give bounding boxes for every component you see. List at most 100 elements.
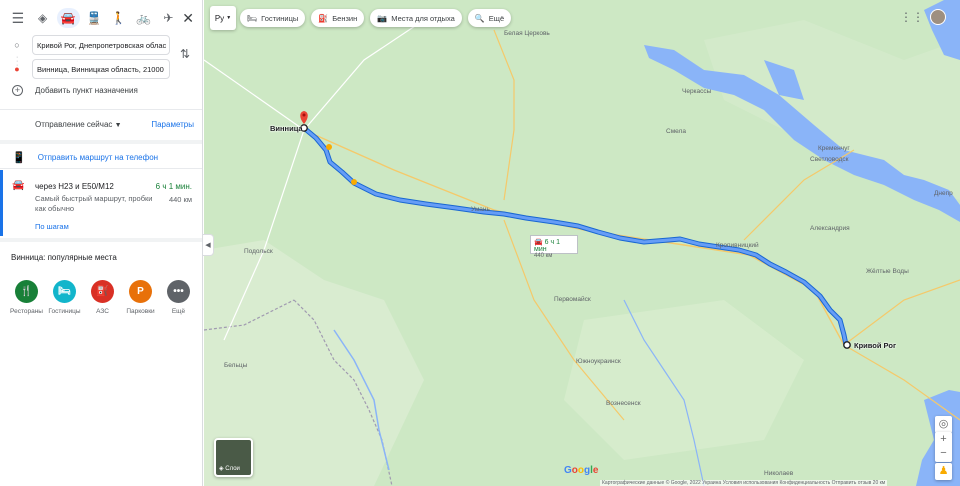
map-place-label[interactable]: Белая Церковь: [504, 30, 550, 37]
chip-label: Места для отдыха: [391, 13, 455, 23]
chip-more[interactable]: 🔍 Ещё: [467, 9, 512, 27]
map-place-label[interactable]: Александрия: [810, 225, 850, 232]
target-icon: ◎: [938, 418, 949, 430]
route-distance-label: 440 км: [534, 253, 553, 259]
start-city-label: Кривой Рог: [854, 341, 897, 350]
language-label: Ру: [214, 13, 225, 23]
zoom-controls: + −: [935, 432, 952, 462]
chip-label: Гостиницы: [261, 13, 299, 23]
chip-gas[interactable]: ⛽ Бензин: [311, 9, 365, 27]
category-utensils[interactable]: 🍴 Рестораны: [8, 280, 45, 315]
map-place-label[interactable]: Кременчуг: [818, 145, 850, 152]
route-time-box[interactable]: 🚘 6 ч 1 мин 440 км: [530, 235, 578, 259]
best-mode-icon[interactable]: ◈: [32, 8, 54, 28]
car-icon: 🚘: [12, 180, 25, 191]
search-icon: 🔍: [474, 13, 485, 23]
map-place-label[interactable]: Черкассы: [682, 88, 711, 95]
map-place-label[interactable]: Южноукраинск: [576, 358, 621, 365]
route-via: через Н23 и E50/M12: [35, 182, 114, 191]
bed-icon: 🛏: [247, 13, 258, 23]
plane-icon[interactable]: ✈: [158, 8, 180, 28]
map-chips: Ру ▼ 🛏 Гостиницы ⛽ Бензин 📷 Места для отдыха…: [204, 6, 517, 30]
layers-icon: ◈: [219, 466, 224, 472]
utensils-icon: 🍴: [15, 280, 38, 303]
map-place-label[interactable]: Подольск: [244, 248, 273, 255]
map-place-label[interactable]: Кропивницкий: [716, 242, 759, 249]
parking-icon: P: [129, 280, 152, 303]
my-location-button[interactable]: ◎: [935, 416, 952, 433]
street-view-button[interactable]: ♟: [935, 463, 952, 480]
send-to-phone-label: Отправить маршрут на телефон: [37, 153, 159, 162]
pegman-icon: ♟: [938, 465, 949, 477]
bed-icon: 🛏: [53, 280, 76, 303]
route-distance: 440 км: [168, 195, 192, 204]
close-icon[interactable]: ✕: [182, 10, 194, 27]
map-place-label[interactable]: Вознесенск: [606, 400, 641, 407]
departure-label: Отправление сейчас: [35, 120, 113, 129]
category-gas[interactable]: ⛽ АЗС: [84, 280, 121, 315]
category-bed[interactable]: 🛏 Гостиницы: [46, 280, 83, 315]
map-place-label[interactable]: Светловодск: [810, 156, 849, 163]
transit-icon[interactable]: 🚆: [83, 8, 105, 28]
map-place-label[interactable]: Умань: [471, 206, 490, 213]
category-label: Гостиницы: [48, 308, 81, 315]
zoom-out-button[interactable]: −: [935, 446, 952, 460]
destination-pin-icon: ●: [14, 64, 20, 74]
chip-label: Бензин: [332, 13, 358, 23]
map-canvas[interactable]: Белая Церковь Черкассы Смела Кременчуг Светл…: [204, 0, 960, 486]
bike-icon[interactable]: 🚲: [133, 8, 155, 28]
map-footer: Картографические данные © Google, 2022 У…: [600, 480, 888, 486]
map-place-label[interactable]: Николаев: [764, 470, 793, 477]
popular-places-title: Винница: популярные места: [11, 253, 117, 262]
route-time: 6 ч 1 мин.: [155, 182, 192, 191]
chevron-left-icon: ◀: [205, 242, 211, 249]
map-drawing: [204, 0, 960, 486]
apps-grid-icon[interactable]: ⋮⋮: [900, 10, 924, 24]
category-label: АЗС: [96, 308, 109, 315]
gas-icon: ⛽: [91, 280, 114, 303]
car-icon[interactable]: 🚘: [56, 8, 81, 28]
more-icon: •••: [167, 280, 190, 303]
map-place-label[interactable]: Бельцы: [224, 362, 247, 369]
origin-dot-icon: ○: [14, 40, 20, 50]
chip-attractions[interactable]: 📷 Места для отдыха: [370, 9, 462, 27]
category-more[interactable]: ••• Ещё: [160, 280, 197, 315]
walk-icon[interactable]: 🚶: [108, 8, 130, 28]
route-time-label: 🚘 6 ч 1 мин: [534, 238, 574, 253]
layers-label: Слои: [225, 466, 240, 472]
origin-input[interactable]: Кривой Рог, Днепропетровская облас: [32, 35, 170, 55]
chip-hotels[interactable]: 🛏 Гостиницы: [240, 9, 306, 27]
end-city-label: Винница: [270, 124, 303, 133]
send-to-phone-button[interactable]: 📱 Отправить маршрут на телефон: [12, 151, 158, 164]
menu-icon[interactable]: ☰: [8, 8, 28, 28]
add-destination-button[interactable]: + Добавить пункт назначения: [12, 85, 138, 96]
divider: [0, 140, 202, 144]
caret-down-icon: ▼: [226, 15, 232, 21]
gas-icon: ⛽: [318, 13, 329, 23]
chip-label: Ещё: [488, 13, 505, 23]
map-place-label[interactable]: Первомайск: [554, 296, 591, 303]
google-logo: Google: [564, 465, 599, 476]
swap-icon[interactable]: ⇅: [180, 47, 190, 61]
route-option[interactable]: 🚘 через Н23 и E50/M12 6 ч 1 мин. Самый б…: [0, 170, 202, 236]
divider: [0, 168, 202, 169]
destination-input[interactable]: Винница, Винницкая область, 21000: [32, 59, 170, 79]
steps-link[interactable]: По шагам: [35, 222, 69, 231]
avatar[interactable]: [930, 9, 946, 25]
map-place-label[interactable]: Днепр: [934, 190, 953, 197]
add-destination-label: Добавить пункт назначения: [35, 86, 138, 95]
language-button[interactable]: Ру ▼: [210, 6, 236, 30]
camera-icon: 📷: [377, 13, 388, 23]
map-place-label[interactable]: Смела: [666, 128, 686, 135]
collapse-panel-button[interactable]: ◀: [203, 234, 214, 256]
parameters-button[interactable]: Параметры: [151, 120, 194, 129]
departure-select[interactable]: Отправление сейчас ▼: [35, 120, 122, 129]
category-list: 🍴 Рестораны 🛏 Гостиницы ⛽ АЗС P Парковки ••• Ещё: [8, 280, 198, 315]
map-place-label[interactable]: Жёлтые Воды: [866, 268, 909, 275]
route-description: Самый быстрый маршрут, пробки как обычно: [35, 194, 153, 213]
category-parking[interactable]: P Парковки: [122, 280, 159, 315]
divider: [0, 238, 202, 242]
plus-icon: +: [12, 85, 23, 96]
zoom-in-button[interactable]: +: [935, 432, 952, 446]
layers-button[interactable]: ◈ Слои: [214, 438, 253, 477]
